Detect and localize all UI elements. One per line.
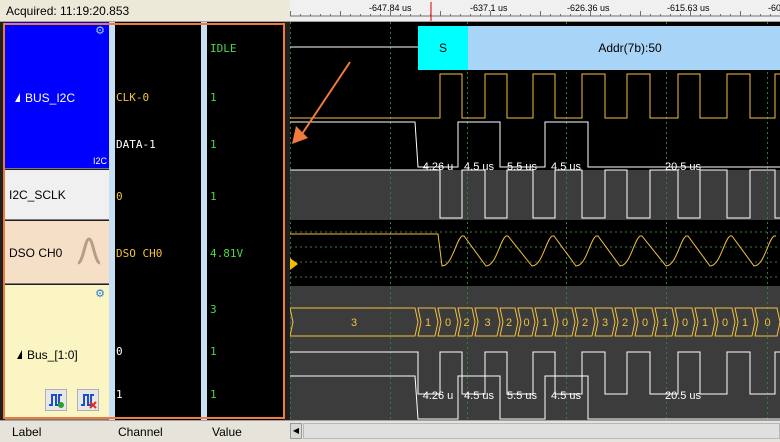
channel-name: 1 xyxy=(116,388,123,401)
time-tick-label: -615.63 us xyxy=(667,3,710,13)
column-footer: Label Channel Value ◀ xyxy=(0,420,780,442)
group-label: I2C_SCLK xyxy=(9,188,66,202)
value-column: IDLE 1 1 1 4.81V 3 1 1 xyxy=(201,22,283,420)
channel-panel: ⚙ BUS_I2C I2C I2C_SCLK DSO CH0 ⚙ Bus_[1:… xyxy=(0,22,290,420)
group-bus-i2c[interactable]: ⚙ BUS_I2C I2C xyxy=(5,22,109,169)
settings-gear-icon[interactable]: ⚙ xyxy=(95,24,105,37)
bus-value-label: 1 xyxy=(662,317,668,329)
channel-value: 1 xyxy=(210,388,217,401)
channel-value: 1 xyxy=(210,190,217,203)
time-ruler[interactable]: -647.84 us -637.1 us -626.36 us -615.63 … xyxy=(290,0,780,22)
bus-value-label: 0 xyxy=(682,317,688,329)
channel-name: 0 xyxy=(116,190,123,203)
group-sclk[interactable]: I2C_SCLK xyxy=(5,170,109,220)
expand-triangle-icon[interactable] xyxy=(17,350,22,359)
sclk-lane xyxy=(290,170,780,220)
time-ruler-svg: -647.84 us -637.1 us -626.36 us -615.63 … xyxy=(290,2,780,21)
protocol-tag: I2C xyxy=(92,156,107,166)
bus-value-label: 0 xyxy=(642,317,648,329)
pulse-width-label: 4.5 us xyxy=(464,390,494,402)
pulse-width-label: 20.5 us xyxy=(665,161,702,173)
channel-column-header: Channel xyxy=(118,425,163,439)
pulse-width-label: 4.5 us xyxy=(464,161,494,173)
channel-value: 1 xyxy=(210,345,217,358)
bus-value-label: 3 xyxy=(351,317,357,329)
group-label: DSO CH0 xyxy=(9,246,63,260)
value-column-header: Value xyxy=(212,425,242,439)
channel-value: IDLE xyxy=(210,42,237,55)
bus-value-label: 0 xyxy=(523,317,529,329)
acquired-time: Acquired: 11:19:20.853 xyxy=(6,4,130,18)
pulse-width-label: 4.5 us xyxy=(551,161,581,173)
trigger-rise-icon[interactable] xyxy=(45,389,67,411)
waveform-view[interactable]: S Addr(7b):50 4.26 u 4.5 us 5.5 us 4.5 us 20.5… xyxy=(290,22,780,420)
bus-value-label: 0 xyxy=(445,317,451,329)
annotation-arrow xyxy=(299,61,351,138)
bus-value-label: 1 xyxy=(702,317,708,329)
bus-value-label: 0 xyxy=(562,317,568,329)
group-bus-1-0[interactable]: ⚙ Bus_[1:0] xyxy=(5,285,109,420)
settings-gear-icon[interactable]: ⚙ xyxy=(95,287,105,300)
pulse-width-label: 4.5 us xyxy=(551,390,581,402)
channel-name: CLK-0 xyxy=(116,91,150,104)
trigger-clear-icon[interactable] xyxy=(77,389,99,411)
bus-value-label: 2 xyxy=(582,317,588,329)
time-tick-label: -60 xyxy=(768,3,780,13)
bus-value-label: 0 xyxy=(764,317,770,329)
channel-value: 3 xyxy=(210,303,217,316)
channel-name: DSO CH0 xyxy=(116,247,163,260)
group-label: BUS_I2C xyxy=(25,91,76,105)
analog-wave-icon xyxy=(77,237,101,265)
channel-value: 1 xyxy=(210,138,217,151)
dso-lane xyxy=(290,221,780,285)
channel-value: 1 xyxy=(210,91,217,104)
channel-name: 0 xyxy=(116,345,123,358)
group-label: Bus_[1:0] xyxy=(27,348,78,362)
waveform-svg: S Addr(7b):50 4.26 u 4.5 us 5.5 us 4.5 us 20.5… xyxy=(290,22,780,420)
bus-value-label: 1 xyxy=(542,317,548,329)
time-tick-label: -626.36 us xyxy=(567,3,610,13)
address-label: Addr(7b):50 xyxy=(598,41,662,55)
expand-triangle-icon[interactable] xyxy=(15,93,20,102)
group-dso[interactable]: DSO CH0 xyxy=(5,221,109,284)
acquired-header: Acquired: 11:19:20.853 xyxy=(0,0,290,22)
bus-value-label: 3 xyxy=(484,317,490,329)
start-label: S xyxy=(439,41,447,55)
bus-value-label: 3 xyxy=(602,317,608,329)
channel-column: CLK-0 DATA-1 0 DSO CH0 0 1 xyxy=(109,22,201,420)
pulse-width-label: 5.5 us xyxy=(507,390,537,402)
bus-value-label: 1 xyxy=(742,317,748,329)
channel-name: DATA-1 xyxy=(116,138,156,151)
label-column: ⚙ BUS_I2C I2C I2C_SCLK DSO CH0 ⚙ Bus_[1:… xyxy=(5,22,109,420)
bus-value-label: 2 xyxy=(506,317,512,329)
scroll-left-button[interactable]: ◀ xyxy=(290,423,302,439)
time-tick-label: -637.1 us xyxy=(470,3,508,13)
logic-analyzer-window: Acquired: 11:19:20.853 -647.84 us -637.1… xyxy=(0,0,780,442)
bus-value-label: 2 xyxy=(463,317,469,329)
horizontal-scrollbar[interactable] xyxy=(303,423,780,439)
channel-value: 4.81V xyxy=(210,247,244,260)
time-tick-label: -647.84 us xyxy=(369,3,412,13)
pulse-width-label: 20.5 us xyxy=(665,390,702,402)
bus-value-label: 0 xyxy=(722,317,728,329)
bus-value-label: 1 xyxy=(425,317,431,329)
clock-trace xyxy=(290,73,780,119)
pulse-width-label: 4.26 u xyxy=(423,161,454,173)
pulse-width-label: 4.26 u xyxy=(423,390,454,402)
bus-value-label: 2 xyxy=(622,317,628,329)
label-column-header: Label xyxy=(12,425,42,439)
